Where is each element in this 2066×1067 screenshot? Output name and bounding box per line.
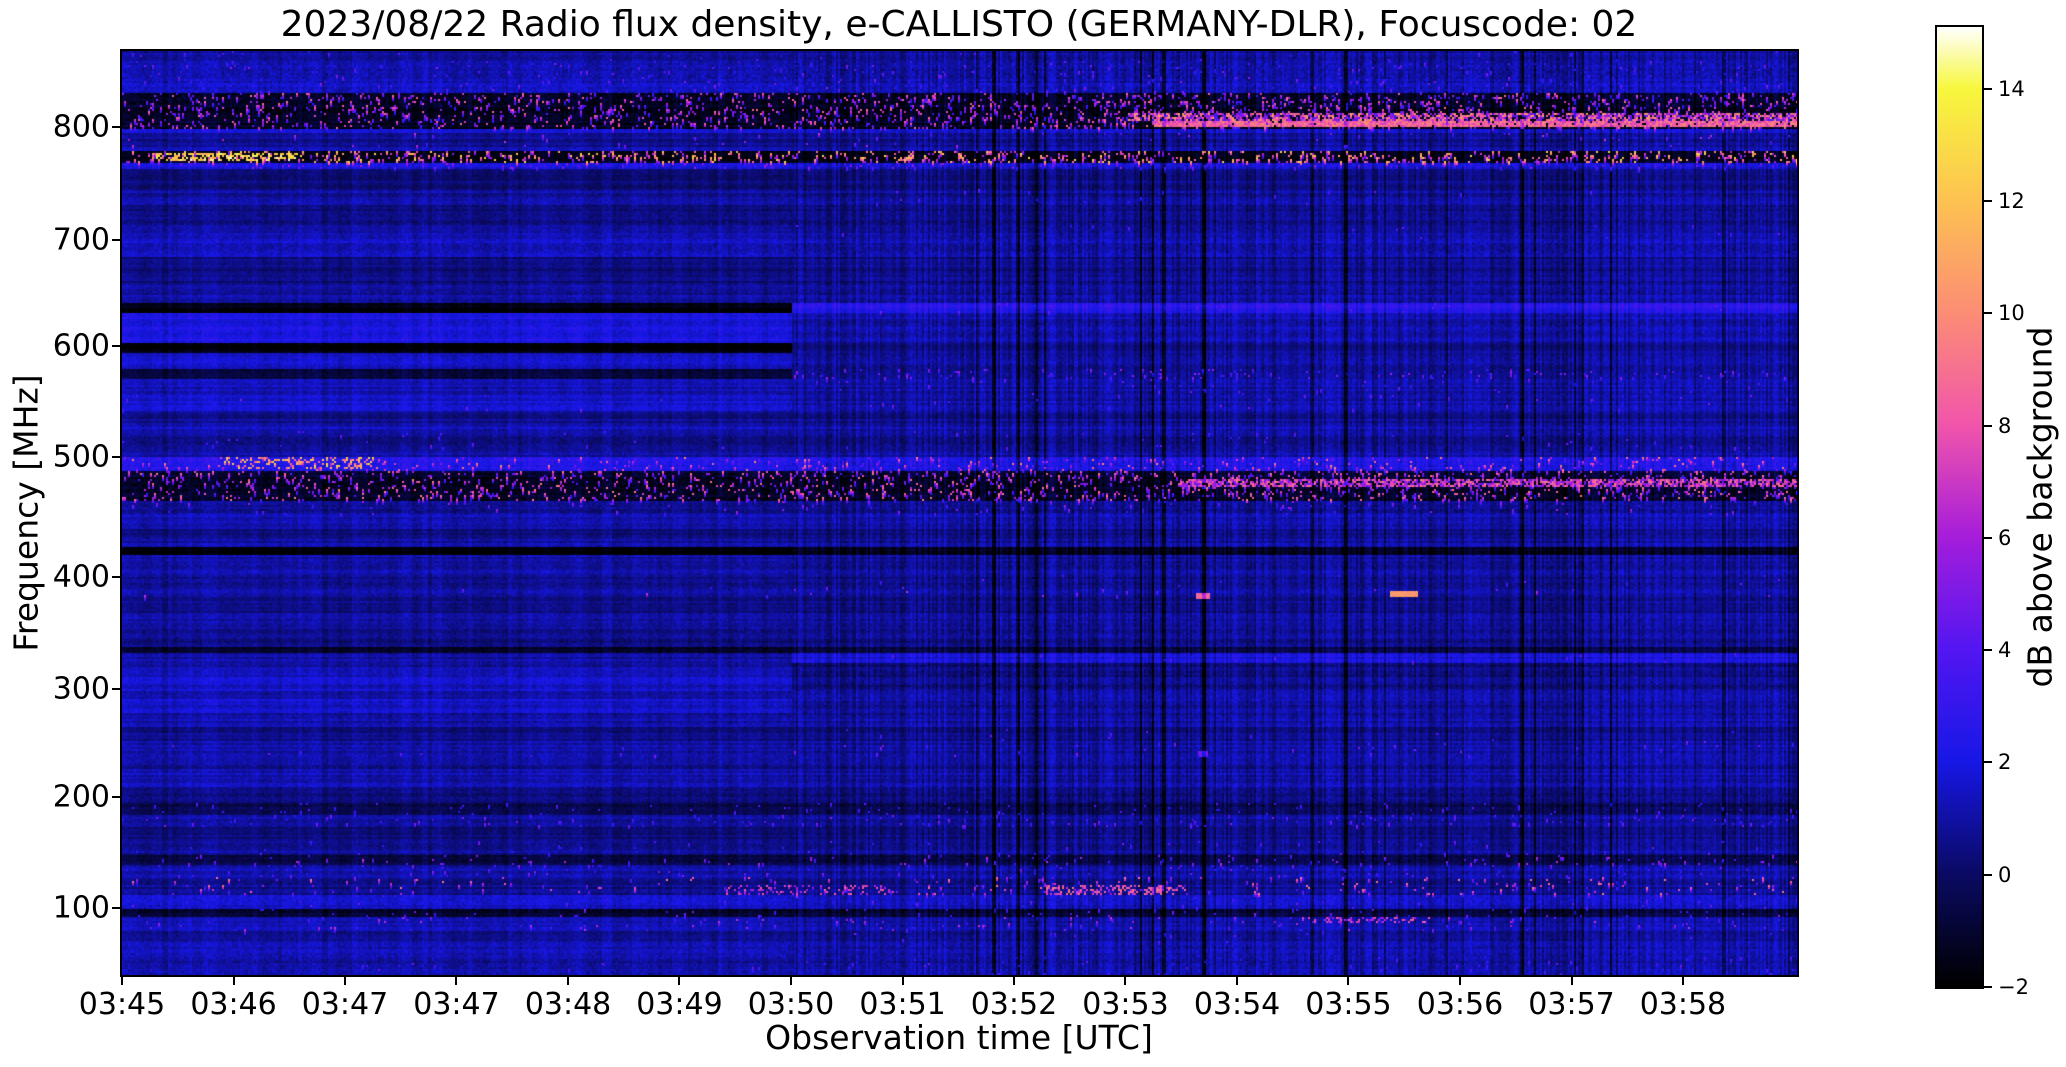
chart-title: 2023/08/22 Radio flux density, e-CALLIST… <box>280 4 1638 45</box>
colorbar-tick-label: −2 <box>1998 975 2029 999</box>
y-tick-mark <box>112 456 120 458</box>
x-tick-label: 03:45 <box>78 987 166 1022</box>
colorbar-tick-mark <box>1984 87 1992 90</box>
colorbar-canvas <box>1935 25 1984 989</box>
colorbar-tick-mark <box>1984 424 1992 427</box>
x-tick-mark <box>1570 977 1573 985</box>
y-tick-label: 600 <box>52 328 110 364</box>
y-tick-label: 700 <box>52 222 110 258</box>
x-tick-mark <box>121 977 123 985</box>
x-tick-mark <box>901 977 904 985</box>
colorbar-tick-mark <box>1984 649 1992 652</box>
colorbar-tick-label: 14 <box>1998 76 2025 101</box>
x-tick-label: 03:55 <box>1305 987 1392 1022</box>
radio-spectrogram-figure: 2023/08/22 Radio flux density, e-CALLIST… <box>0 0 2066 1067</box>
x-tick-mark <box>1012 977 1015 985</box>
y-tick-mark <box>112 795 120 798</box>
y-tick-mark <box>112 688 120 691</box>
x-tick-label: 03:52 <box>970 987 1058 1022</box>
colorbar-tick-mark <box>1984 312 1992 315</box>
colorbar-tick-label: 2 <box>1998 750 2012 775</box>
y-tick-label: 100 <box>52 890 110 926</box>
x-tick-label: 03:58 <box>1639 987 1727 1022</box>
colorbar-label: dB above background <box>2020 326 2060 688</box>
x-tick-mark <box>343 977 346 985</box>
x-tick-mark <box>1458 977 1461 985</box>
colorbar-tick-mark <box>1984 200 1992 203</box>
colorbar-tick-label: 4 <box>1998 638 2012 663</box>
x-tick-mark <box>1124 977 1127 985</box>
x-tick-label: 03:53 <box>1082 987 1169 1022</box>
x-tick-label: 03:48 <box>524 987 612 1022</box>
colorbar-tick-label: 6 <box>1998 525 2012 550</box>
colorbar-tick-label: 12 <box>1998 189 2025 214</box>
colorbar-tick-mark <box>1984 761 1992 764</box>
colorbar-tick-label: 0 <box>1998 862 2012 887</box>
y-tick-mark <box>112 576 120 579</box>
y-tick-mark <box>112 126 120 129</box>
x-tick-mark <box>678 977 681 985</box>
x-tick-mark <box>232 977 235 985</box>
x-tick-label: 03:47 <box>413 987 500 1022</box>
x-tick-mark <box>567 977 570 985</box>
x-tick-mark <box>1236 977 1239 985</box>
x-tick-label: 03:50 <box>747 987 835 1022</box>
x-tick-label: 03:57 <box>1528 987 1615 1022</box>
y-tick-mark <box>112 906 120 909</box>
colorbar-tick-label: 10 <box>1998 301 2025 326</box>
colorbar-tick-label: 8 <box>1998 413 2012 438</box>
spectrogram-canvas <box>120 49 1799 977</box>
x-tick-mark <box>1681 977 1684 985</box>
colorbar-tick-mark <box>1984 873 1992 876</box>
colorbar-tick-mark <box>1984 986 1992 988</box>
x-axis-label: Observation time [UTC] <box>765 1018 1153 1057</box>
x-tick-mark <box>455 977 458 985</box>
x-tick-mark <box>789 977 792 985</box>
y-axis-label: Frequency [MHz] <box>6 374 46 652</box>
y-tick-label: 800 <box>52 109 110 145</box>
x-tick-label: 03:47 <box>301 987 389 1022</box>
x-tick-label: 03:51 <box>859 987 946 1022</box>
y-tick-label: 300 <box>52 671 110 707</box>
x-tick-label: 03:46 <box>190 987 277 1022</box>
x-tick-label: 03:56 <box>1416 987 1504 1022</box>
y-tick-label: 200 <box>52 779 110 815</box>
x-tick-label: 03:49 <box>636 987 723 1022</box>
colorbar-tick-mark <box>1984 536 1992 539</box>
x-tick-mark <box>1347 977 1350 985</box>
y-tick-mark <box>112 238 120 241</box>
y-tick-mark <box>112 345 120 348</box>
x-tick-label: 03:54 <box>1193 987 1281 1022</box>
